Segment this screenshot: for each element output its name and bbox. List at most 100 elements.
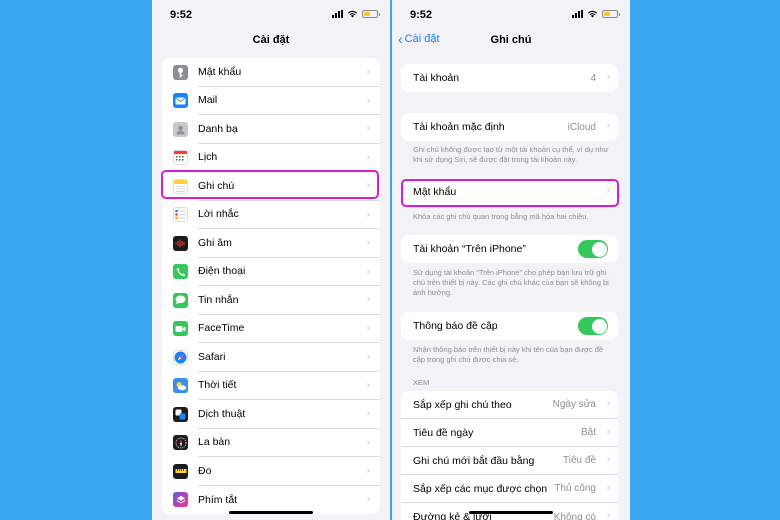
mention-toggle[interactable] (578, 317, 608, 335)
password-note: Khóa các ghi chú quan trọng bằng mã hóa … (413, 212, 589, 221)
accounts-label: Tài khoản (413, 72, 460, 84)
reminders-icon (173, 207, 188, 223)
default-account-value: iCloud (567, 121, 596, 133)
settings-item-reminders[interactable]: Lời nhắc › (162, 201, 380, 229)
settings-item-safari[interactable]: Safari › (162, 343, 380, 372)
settings-item-voice-memos[interactable]: Ghi âm › (162, 229, 380, 258)
cellular-signal-icon (572, 10, 583, 18)
password-row[interactable]: Mật khẩu › (401, 178, 618, 206)
mention-row: Thông báo đề cập (401, 312, 618, 340)
settings-item-label: FaceTime (198, 315, 380, 343)
settings-item-label: Điện thoại (198, 258, 380, 286)
chevron-right-icon: › (366, 180, 370, 191)
chevron-right-icon: › (606, 398, 610, 409)
wifi-icon (587, 10, 598, 18)
chevron-right-icon: › (366, 294, 370, 305)
settings-list: Mật khẩu › Mail › Danh bạ › Lịch › Ghi c… (162, 58, 380, 514)
phone-icon (173, 264, 188, 280)
view-row-date-headers[interactable]: Tiêu đề ngày Bật › (401, 419, 618, 447)
nav-bar: ‹ Cài đặt Ghi chú (392, 28, 630, 54)
accounts-group: Tài khoản 4 › (401, 64, 618, 92)
settings-item-label: Lịch (198, 144, 380, 172)
settings-item-label: Dịch thuật (198, 400, 380, 429)
page-title: Cài đặt (252, 34, 290, 46)
status-bar: 9:52 (152, 0, 390, 28)
measure-icon (173, 463, 188, 479)
on-iphone-note: Sử dụng tài khoản “Trên iPhone” cho phép… (413, 268, 609, 297)
chevron-right-icon: › (366, 265, 370, 277)
settings-item-facetime[interactable]: FaceTime › (162, 315, 380, 343)
settings-item-contacts[interactable]: Danh bạ › (162, 115, 380, 144)
view-row-label: Ghi chú mới bắt đầu bằng (413, 454, 535, 467)
view-row-sort-notes[interactable]: Sắp xếp ghi chú theo Ngày sửa › (401, 391, 618, 419)
chevron-right-icon: › (366, 66, 370, 77)
chevron-right-icon: › (366, 123, 370, 134)
weather-icon (173, 378, 188, 394)
accounts-row[interactable]: Tài khoản 4 › (401, 64, 618, 92)
view-row-value: Ngày sửa (552, 399, 596, 410)
view-row-label: Sắp xếp ghi chú theo (413, 398, 512, 411)
translate-icon (173, 406, 188, 422)
view-row-new-notes-start[interactable]: Ghi chú mới bắt đầu bằng Tiêu đề › (401, 447, 618, 475)
chevron-right-icon: › (366, 151, 370, 163)
default-account-group: Tài khoản mặc định iCloud › (401, 113, 618, 141)
mail-icon (173, 93, 188, 109)
settings-item-label: Tin nhắn (198, 286, 380, 315)
calendar-icon (173, 150, 188, 166)
chevron-right-icon: › (366, 208, 370, 220)
home-indicator (469, 511, 553, 514)
chevron-right-icon: › (606, 120, 610, 131)
chevron-right-icon: › (366, 436, 370, 448)
view-row-value: Không có (553, 511, 596, 520)
messages-icon (173, 292, 188, 308)
view-row-label: Sắp xếp các mục được chọn (413, 482, 548, 495)
default-account-note: Ghi chú không được tạo từ một tài khoản … (413, 145, 609, 164)
settings-item-calendar[interactable]: Lịch › (162, 144, 380, 172)
status-time: 9:52 (170, 9, 193, 21)
view-row-value: Bật (580, 427, 596, 438)
notes-icon (173, 178, 188, 194)
settings-item-messages[interactable]: Tin nhắn › (162, 286, 380, 315)
chevron-right-icon: › (366, 408, 370, 419)
view-row-sort-checked[interactable]: Sắp xếp các mục được chọn Thủ công › (401, 475, 618, 503)
nav-bar: Cài đặt (152, 28, 390, 54)
chevron-right-icon: › (366, 237, 370, 248)
settings-item-notes[interactable]: Ghi chú › (162, 172, 380, 201)
settings-item-label: Phím tắt (198, 493, 238, 506)
settings-item-label: Ghi chú (198, 172, 380, 201)
status-bar: 9:52 (392, 0, 630, 28)
chevron-right-icon: › (366, 94, 370, 106)
contacts-icon (173, 121, 188, 137)
settings-item-phone[interactable]: Điện thoại › (162, 258, 380, 286)
settings-item-translate[interactable]: Dịch thuật › (162, 400, 380, 429)
settings-item-label: Safari (198, 343, 380, 372)
chevron-right-icon: › (606, 71, 610, 82)
page-title: Ghi chú (490, 34, 532, 46)
notes-settings-screen: 9:52 ‹ Cài đặt Ghi chú Tài khoản 4 › Tài… (392, 0, 630, 520)
settings-item-compass[interactable]: La bàn › (162, 429, 380, 457)
default-account-label: Tài khoản mặc định (413, 121, 505, 133)
view-group: Sắp xếp ghi chú theo Ngày sửa › Tiêu đề … (401, 391, 618, 520)
status-icons (572, 10, 620, 18)
chevron-right-icon: › (606, 454, 610, 465)
settings-item-shortcuts[interactable]: Phím tắt › (162, 486, 380, 515)
mention-group: Thông báo đề cập (401, 312, 618, 340)
chevron-right-icon: › (606, 510, 610, 520)
status-time: 9:52 (410, 9, 433, 21)
default-account-row[interactable]: Tài khoản mặc định iCloud › (401, 113, 618, 141)
chevron-right-icon: › (366, 379, 370, 391)
compass-icon (173, 435, 188, 451)
settings-item-measure[interactable]: Đo › (162, 457, 380, 486)
chevron-right-icon: › (606, 482, 610, 493)
settings-screen: 9:52 Cài đặt Mật khẩu › Mail › Danh bạ ›… (152, 0, 390, 520)
key-icon (173, 64, 188, 80)
on-iphone-row: Tài khoản “Trên iPhone” (401, 235, 618, 263)
settings-item-passwords[interactable]: Mật khẩu › (162, 58, 380, 87)
battery-icon (602, 10, 620, 18)
settings-item-weather[interactable]: Thời tiết › (162, 372, 380, 400)
settings-item-label: Đo (198, 457, 380, 486)
on-iphone-toggle[interactable] (578, 240, 608, 258)
settings-item-label: Lời nhắc (198, 201, 380, 229)
facetime-icon (173, 321, 188, 337)
settings-item-mail[interactable]: Mail › (162, 87, 380, 115)
